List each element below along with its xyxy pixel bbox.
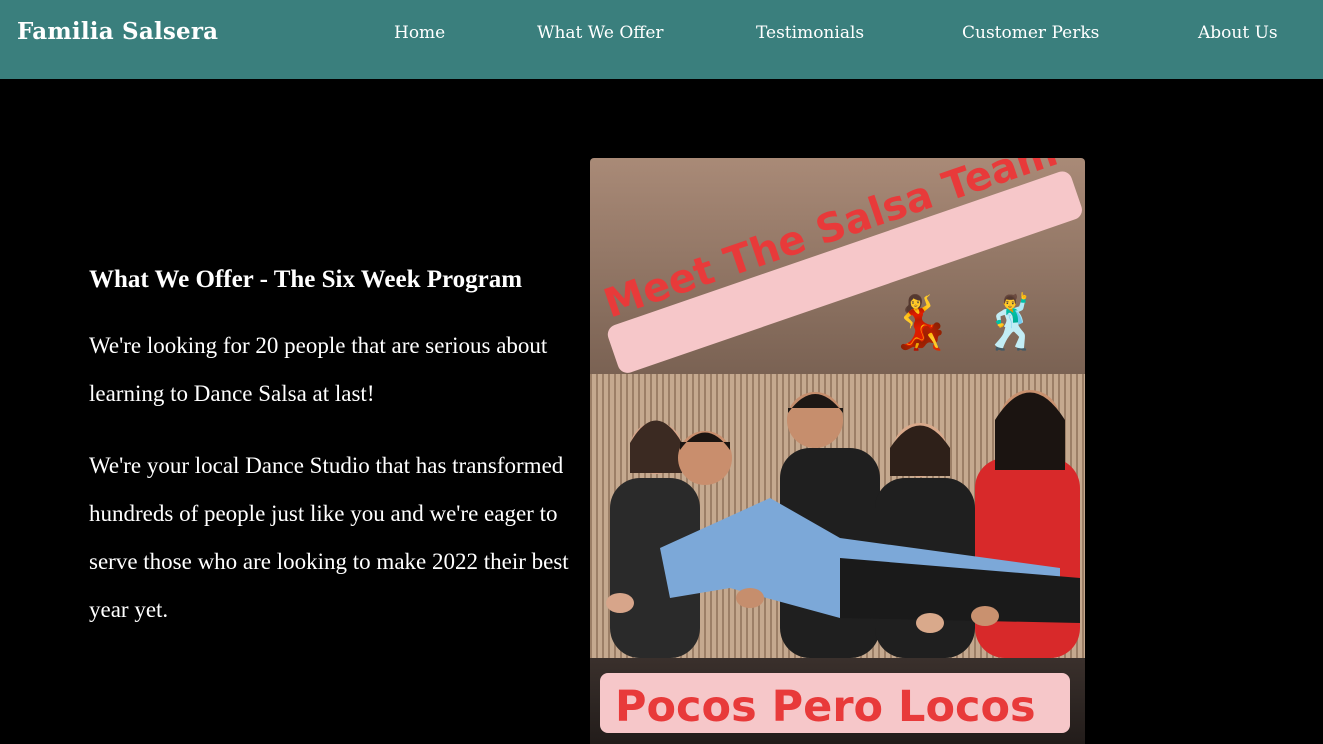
- dancer-woman-icon: 💃: [888, 292, 953, 353]
- team-photo: Meet The Salsa Team 💃 🕺 Pocos Pero Locos: [590, 158, 1085, 744]
- nav-home[interactable]: Home: [394, 23, 445, 43]
- bottom-banner-text: Pocos Pero Locos: [615, 682, 1036, 732]
- nav-what-we-offer[interactable]: What We Offer: [537, 23, 664, 43]
- top-navbar: Familia Salsera Home What We Offer Testi…: [0, 0, 1323, 79]
- brand-logo[interactable]: Familia Salsera: [17, 18, 218, 45]
- intro-paragraph: We're looking for 20 people that are ser…: [89, 333, 548, 406]
- nav-about-us[interactable]: About Us: [1198, 23, 1278, 43]
- studio-paragraph: We're your local Dance Studio that has t…: [89, 453, 569, 622]
- nav-customer-perks[interactable]: Customer Perks: [962, 23, 1099, 43]
- nav-testimonials[interactable]: Testimonials: [756, 23, 864, 43]
- section-heading: What We Offer - The Six Week Program: [89, 266, 523, 293]
- dancer-man-icon: 🕺: [980, 291, 1045, 353]
